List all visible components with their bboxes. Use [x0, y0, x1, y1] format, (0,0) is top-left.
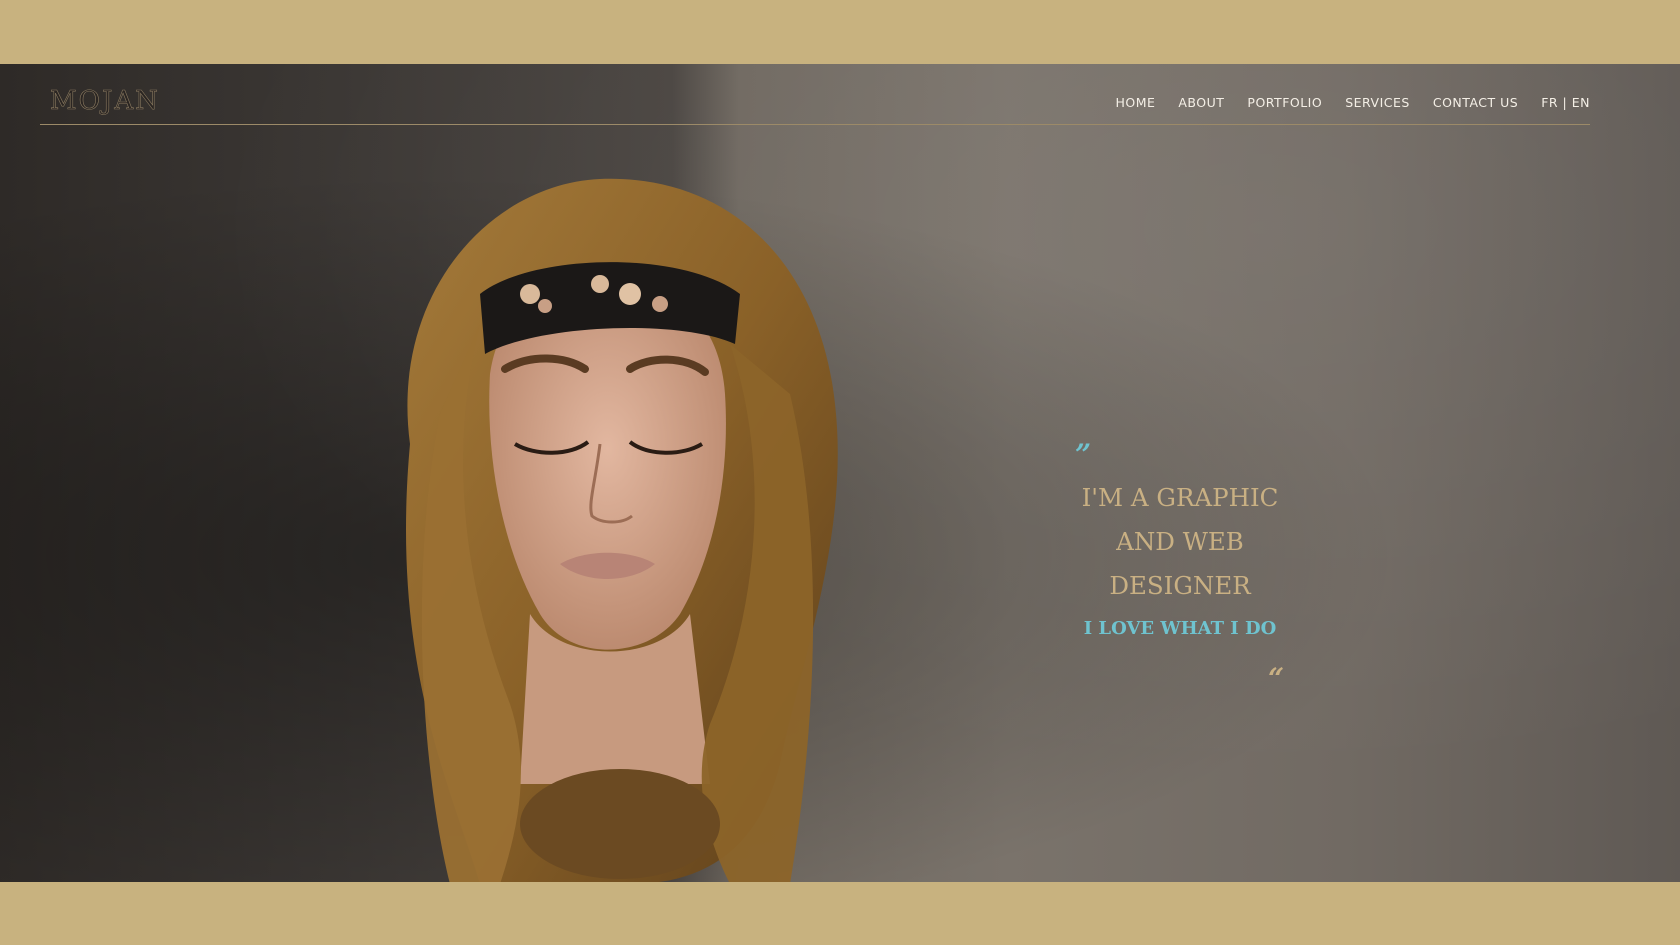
hero-portrait-image	[406, 178, 838, 882]
hero-headline: I'M A GRAPHIC AND WEB DESIGNER	[1040, 476, 1320, 608]
site-logo[interactable]: MOJAN	[50, 86, 160, 117]
main-nav: HOME ABOUT PORTFOLIO SERVICES CONTACT US…	[1092, 95, 1590, 110]
hero-quote: ” I'M A GRAPHIC AND WEB DESIGNER I LOVE …	[1040, 438, 1340, 700]
quote-open-mark: ”	[1075, 438, 1092, 471]
headline-line-3: DESIGNER	[1109, 571, 1251, 600]
nav-item-contact[interactable]: CONTACT US	[1433, 95, 1518, 110]
hero-tagline: I LOVE WHAT I DO	[1083, 618, 1277, 639]
nav-item-home[interactable]: HOME	[1115, 95, 1155, 110]
language-switcher[interactable]: FR | EN	[1541, 95, 1590, 110]
nav-item-services[interactable]: SERVICES	[1345, 95, 1410, 110]
quote-close-mark: “	[1268, 662, 1285, 695]
page: MOJAN HOME ABOUT PORTFOLIO SERVICES CONT…	[0, 0, 1680, 945]
headline-line-1: I'M A GRAPHIC	[1081, 483, 1279, 512]
nav-item-about[interactable]: ABOUT	[1178, 95, 1224, 110]
headline-line-2: AND WEB	[1116, 527, 1244, 556]
hero-section	[0, 64, 1680, 882]
top-navbar: MOJAN HOME ABOUT PORTFOLIO SERVICES CONT…	[40, 64, 1590, 125]
nav-item-portfolio[interactable]: PORTFOLIO	[1247, 95, 1322, 110]
